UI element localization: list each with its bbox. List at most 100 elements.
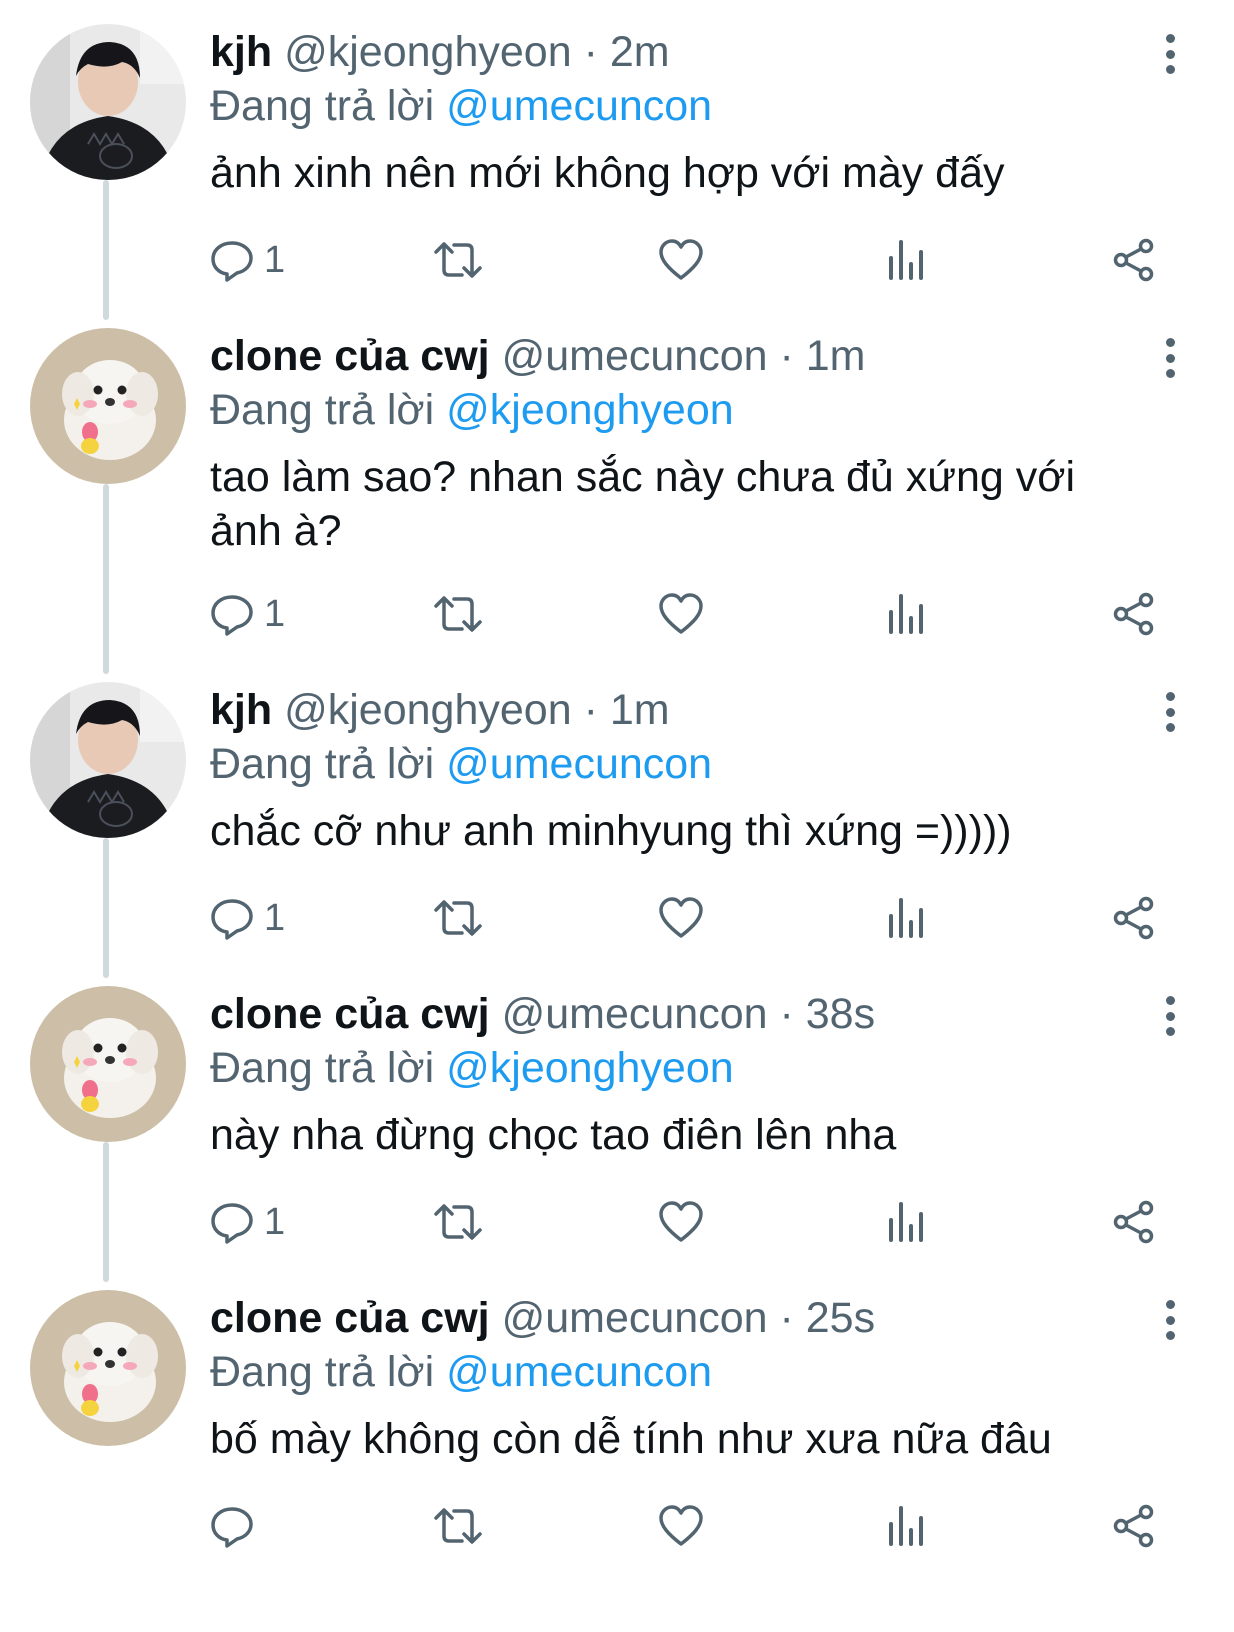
share-icon bbox=[1113, 1504, 1154, 1548]
user-handle[interactable]: @kjeonghyeon bbox=[284, 686, 572, 734]
reply-button[interactable] bbox=[210, 1498, 254, 1554]
replying-to: Đang trả lời @umecuncon bbox=[210, 1344, 712, 1400]
user-handle[interactable]: @umecuncon bbox=[502, 990, 768, 1038]
retweet-button[interactable] bbox=[432, 890, 484, 946]
reply-button[interactable]: 1 bbox=[210, 1194, 285, 1250]
user-handle[interactable]: @umecuncon bbox=[502, 332, 768, 380]
avatar-photo-puppy bbox=[30, 328, 186, 484]
avatar[interactable] bbox=[30, 986, 186, 1142]
separator-dot: · bbox=[583, 28, 598, 76]
reply-count: 1 bbox=[264, 238, 286, 281]
share-button[interactable] bbox=[1112, 1498, 1156, 1554]
views-chart-icon bbox=[889, 594, 923, 634]
more-options-icon[interactable] bbox=[1155, 1300, 1185, 1340]
share-button[interactable] bbox=[1112, 232, 1156, 288]
tweet-text: ảnh xinh nên mới không hợp với mày đấy bbox=[210, 149, 1005, 197]
heart-icon bbox=[659, 239, 703, 280]
tweet-text: chắc cỡ như anh minhyung thì xứng =))))) bbox=[210, 807, 1012, 855]
tweet-text: này nha đừng chọc tao điên lên nha bbox=[210, 1111, 897, 1159]
display-name[interactable]: clone của cwj bbox=[210, 1294, 490, 1342]
reply-icon bbox=[211, 899, 253, 940]
avatar[interactable] bbox=[30, 682, 186, 838]
timestamp[interactable]: 1m bbox=[806, 332, 866, 380]
replying-to-mention[interactable]: @kjeonghyeon bbox=[446, 1044, 734, 1092]
timestamp[interactable]: 1m bbox=[610, 686, 670, 734]
share-icon bbox=[1113, 238, 1154, 282]
share-button[interactable] bbox=[1112, 1194, 1156, 1250]
tweet-header: clone của cwj @umecuncon · 25s bbox=[210, 1290, 875, 1346]
replying-to-mention[interactable]: @kjeonghyeon bbox=[446, 386, 734, 434]
retweet-icon bbox=[434, 1204, 482, 1240]
views-button[interactable] bbox=[886, 586, 926, 642]
like-button[interactable] bbox=[658, 1498, 704, 1554]
share-icon bbox=[1113, 1200, 1154, 1244]
avatar-photo-person bbox=[30, 24, 186, 180]
reply-button[interactable]: 1 bbox=[210, 586, 285, 642]
avatar[interactable] bbox=[30, 328, 186, 484]
reply-icon bbox=[211, 1507, 253, 1548]
display-name[interactable]: kjh bbox=[210, 28, 272, 76]
replying-to: Đang trả lời @umecuncon bbox=[210, 736, 712, 792]
like-button[interactable] bbox=[658, 586, 704, 642]
retweet-icon bbox=[434, 1508, 482, 1544]
timestamp[interactable]: 2m bbox=[610, 28, 670, 76]
like-button[interactable] bbox=[658, 890, 704, 946]
views-chart-icon bbox=[889, 1202, 923, 1242]
timestamp[interactable]: 38s bbox=[806, 990, 875, 1038]
replying-to-label: Đang trả lời bbox=[210, 1044, 435, 1092]
retweet-button[interactable] bbox=[432, 1194, 484, 1250]
retweet-button[interactable] bbox=[432, 232, 484, 288]
display-name[interactable]: kjh bbox=[210, 686, 272, 734]
retweet-icon bbox=[434, 242, 482, 278]
like-button[interactable] bbox=[658, 232, 704, 288]
separator-dot: · bbox=[779, 1294, 794, 1342]
reply-button[interactable]: 1 bbox=[210, 232, 285, 288]
retweet-button[interactable] bbox=[432, 1498, 484, 1554]
replying-to-label: Đang trả lời bbox=[210, 82, 435, 130]
thread-line bbox=[103, 1142, 109, 1282]
tweet-header: kjh @kjeonghyeon · 2m bbox=[210, 24, 670, 80]
user-handle[interactable]: @umecuncon bbox=[502, 1294, 768, 1342]
tweet-actions bbox=[210, 1498, 1170, 1554]
views-button[interactable] bbox=[886, 1194, 926, 1250]
views-button[interactable] bbox=[886, 232, 926, 288]
thread-line bbox=[103, 838, 109, 978]
more-options-icon[interactable] bbox=[1155, 338, 1185, 378]
share-button[interactable] bbox=[1112, 890, 1156, 946]
views-button[interactable] bbox=[886, 1498, 926, 1554]
reply-icon bbox=[211, 1203, 253, 1244]
heart-icon bbox=[659, 1505, 703, 1546]
views-button[interactable] bbox=[886, 890, 926, 946]
avatar-photo-puppy bbox=[30, 1290, 186, 1446]
avatar[interactable] bbox=[30, 24, 186, 180]
retweet-button[interactable] bbox=[432, 586, 484, 642]
replying-to-mention[interactable]: @umecuncon bbox=[446, 82, 712, 130]
more-options-icon[interactable] bbox=[1155, 34, 1185, 74]
tweet-header: clone của cwj @umecuncon · 1m bbox=[210, 328, 866, 384]
display-name[interactable]: clone của cwj bbox=[210, 990, 490, 1038]
thread-line bbox=[103, 180, 109, 320]
replying-to-label: Đang trả lời bbox=[210, 386, 435, 434]
avatar[interactable] bbox=[30, 1290, 186, 1446]
like-button[interactable] bbox=[658, 1194, 704, 1250]
reply-button[interactable]: 1 bbox=[210, 890, 285, 946]
views-chart-icon bbox=[889, 898, 923, 938]
more-options-icon[interactable] bbox=[1155, 996, 1185, 1036]
timestamp[interactable]: 25s bbox=[806, 1294, 875, 1342]
separator-dot: · bbox=[583, 686, 598, 734]
more-options-icon[interactable] bbox=[1155, 692, 1185, 732]
avatar-photo-puppy bbox=[30, 986, 186, 1142]
replying-to: Đang trả lời @umecuncon bbox=[210, 78, 712, 134]
share-icon bbox=[1113, 896, 1154, 940]
display-name[interactable]: clone của cwj bbox=[210, 332, 490, 380]
tweet-actions: 1 bbox=[210, 232, 1170, 288]
tweet-actions: 1 bbox=[210, 1194, 1170, 1250]
views-chart-icon bbox=[889, 240, 923, 280]
heart-icon bbox=[659, 1201, 703, 1242]
share-button[interactable] bbox=[1112, 586, 1156, 642]
user-handle[interactable]: @kjeonghyeon bbox=[284, 28, 572, 76]
replying-to-mention[interactable]: @umecuncon bbox=[446, 740, 712, 788]
retweet-icon bbox=[434, 900, 482, 936]
tweet-actions: 1 bbox=[210, 890, 1170, 946]
replying-to-mention[interactable]: @umecuncon bbox=[446, 1348, 712, 1396]
